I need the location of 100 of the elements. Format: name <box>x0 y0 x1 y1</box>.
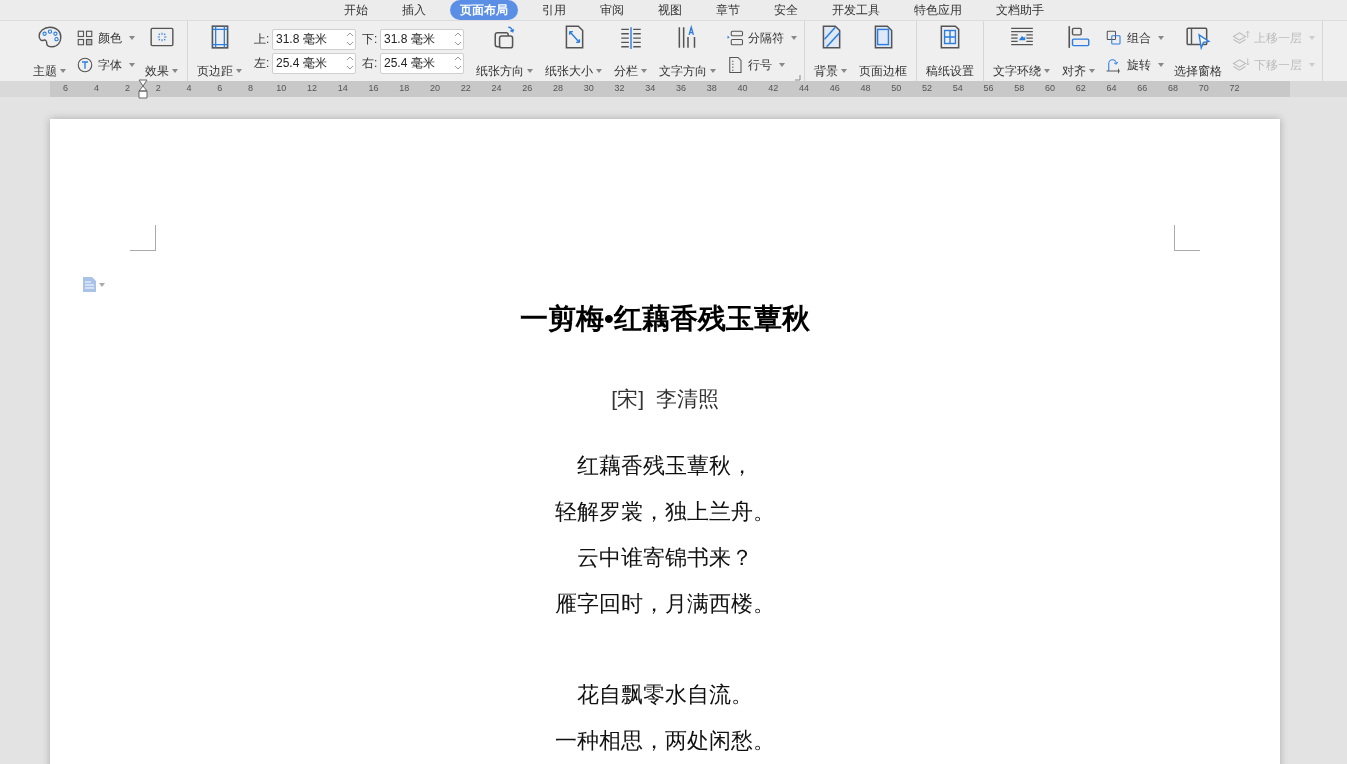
spinner-icon <box>347 56 353 70</box>
poem-title: 一剪梅•红藕香残玉蕈秋 <box>520 302 810 336</box>
ribbon-button[interactable]: 主题 <box>29 22 70 80</box>
ruler-number: 56 <box>982 82 995 96</box>
ribbon-tab[interactable]: 安全 <box>763 0 808 20</box>
poem-author: [宋] 李清照 <box>611 386 719 412</box>
palette-icon <box>36 24 63 50</box>
ruler-number: 26 <box>521 82 534 96</box>
ruler-number: 24 <box>490 82 503 96</box>
margin-corner-mark <box>130 225 156 251</box>
field-label: 左: <box>254 55 270 72</box>
paragraph-menu-icon[interactable] <box>83 277 105 292</box>
ribbon-button[interactable]: 颜色 <box>74 25 137 50</box>
page-break-icon <box>726 28 744 47</box>
ruler-number: 30 <box>582 82 595 96</box>
ruler-number: 18 <box>398 82 411 96</box>
ruler-number: 62 <box>1074 82 1087 96</box>
ruler-number: 2 <box>124 82 131 96</box>
ruler-number: 16 <box>367 82 380 96</box>
ruler-number: 32 <box>613 82 626 96</box>
ruler-number: 2 <box>154 82 162 96</box>
ruler-number: 6 <box>216 82 224 96</box>
ribbon-button[interactable]: 对齐 <box>1058 22 1099 80</box>
ribbon-button[interactable]: 纸张大小 <box>541 22 606 80</box>
ruler-number: 72 <box>1228 82 1241 96</box>
spin-field[interactable]: 31.8 毫米 <box>380 28 464 50</box>
poem-line: 雁字回时，月满西楼。 <box>555 590 775 618</box>
ruler-number: 66 <box>1136 82 1149 96</box>
ribbon-button[interactable]: 页面边框 <box>855 22 911 80</box>
field-label: 下: <box>362 31 378 48</box>
ribbon-tab[interactable]: 审阅 <box>589 0 634 20</box>
ribbon-tab[interactable]: 开发工具 <box>821 0 890 20</box>
ribbon-tab[interactable]: 插入 <box>391 0 436 20</box>
poem-line: 云中谁寄锦书来？ <box>577 544 753 572</box>
ribbon-tab[interactable]: 视图 <box>647 0 692 20</box>
ruler-number: 22 <box>459 82 472 96</box>
ruler-number: 38 <box>705 82 718 96</box>
ribbon-button[interactable]: 选择窗格 <box>1170 22 1226 80</box>
ribbon-tab[interactable]: 引用 <box>531 0 576 20</box>
margin-corner-mark <box>1174 225 1200 251</box>
ruler-number: 42 <box>767 82 780 96</box>
field-label: 上: <box>254 31 270 48</box>
spinner-icon <box>455 56 461 70</box>
spinner-icon <box>455 32 461 46</box>
ruler-number: 70 <box>1197 82 1210 96</box>
grid-icon <box>76 28 94 47</box>
layers-up-icon <box>1232 28 1250 47</box>
spin-field[interactable]: 25.4 毫米 <box>380 52 464 74</box>
align-left-icon <box>1065 24 1092 50</box>
ribbon-tab[interactable]: 特色应用 <box>903 0 972 20</box>
indent-marker-icon <box>138 79 148 99</box>
ribbon-button[interactable]: 稿纸设置 <box>922 22 978 80</box>
circled-letter-icon <box>76 55 94 74</box>
ruler-number: 4 <box>93 82 100 96</box>
field-label: 右: <box>362 55 378 72</box>
line-numbers-icon <box>726 55 744 74</box>
ruler-number: 6 <box>62 82 69 96</box>
ribbon-button[interactable]: 背景 <box>810 22 851 80</box>
ribbon-tab[interactable]: 章节 <box>705 0 750 20</box>
ribbon-button[interactable]: 字体 <box>74 52 137 77</box>
ruler-number: 46 <box>828 82 841 96</box>
ribbon-button[interactable]: 文字环绕 <box>989 22 1054 80</box>
ribbon-button[interactable]: 纸张方向 <box>472 22 537 80</box>
poem-line: 红藕香残玉蕈秋， <box>577 452 753 480</box>
ribbon-button[interactable]: 组合 <box>1103 25 1166 50</box>
overlapping-squares-icon <box>1105 28 1123 47</box>
spin-field[interactable]: 25.4 毫米 <box>272 52 356 74</box>
ruler-number: 58 <box>1013 82 1026 96</box>
ribbon-button[interactable]: 页边距 <box>193 22 246 80</box>
ribbon-button[interactable]: 文字方向 <box>655 22 720 80</box>
ribbon-button[interactable]: 分栏 <box>610 22 651 80</box>
ruler-number: 14 <box>336 82 349 96</box>
spin-field[interactable]: 31.8 毫米 <box>272 28 356 50</box>
ruler-number: 40 <box>736 82 749 96</box>
ribbon-button[interactable]: 旋转 <box>1103 52 1166 77</box>
ruler-number: 4 <box>185 82 193 96</box>
ribbon-tab[interactable]: 开始 <box>333 0 378 20</box>
ruler-number: 20 <box>429 82 442 96</box>
ruler-number: 50 <box>890 82 903 96</box>
layers-down-icon <box>1232 55 1250 74</box>
ruler-number: 12 <box>306 82 319 96</box>
ruler-number: 68 <box>1167 82 1180 96</box>
ruler-number: 54 <box>951 82 964 96</box>
ruler-number: 28 <box>552 82 565 96</box>
ruler-number: 44 <box>798 82 811 96</box>
ribbon-tab[interactable]: 文档助手 <box>985 0 1054 20</box>
ruler-number: 8 <box>247 82 255 96</box>
ruler-number: 48 <box>859 82 872 96</box>
ribbon-button[interactable]: 行号 <box>724 52 799 77</box>
ruler-number: 52 <box>921 82 934 96</box>
spinner-icon <box>347 32 353 46</box>
ruler-number: 36 <box>675 82 688 96</box>
ribbon-button[interactable]: 分隔符 <box>724 25 799 50</box>
ribbon-button[interactable]: 效果 <box>141 22 182 80</box>
ruler-number: 34 <box>644 82 657 96</box>
ruler-number: 64 <box>1105 82 1118 96</box>
poem-line: 轻解罗裳，独上兰舟。 <box>555 498 775 526</box>
ruler-number: 10 <box>275 82 288 96</box>
dialog-launcher-icon[interactable] <box>795 75 801 81</box>
poem-line: 花自飘零水自流。 <box>577 681 753 709</box>
